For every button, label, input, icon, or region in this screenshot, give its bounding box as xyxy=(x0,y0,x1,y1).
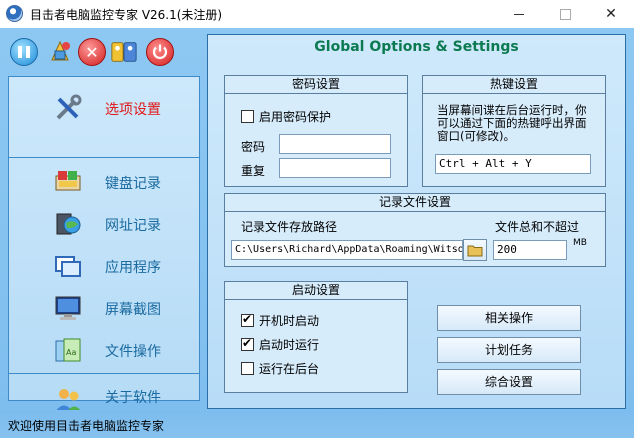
hotkey-settings-group: 热键设置 当屏幕间谍在后台运行时，你可以通过下面的热键呼出界面窗口(可修改)。 … xyxy=(422,75,606,187)
hotkey-description: 当屏幕间谍在后台运行时，你可以通过下面的热键呼出界面窗口(可修改)。 xyxy=(437,103,587,143)
client-area: ✕ 选项设置 键盘记录 网址记录 应用程序 屏幕截图 Aa 文件操作 关于软件 … xyxy=(0,28,634,438)
password-field[interactable] xyxy=(279,134,391,154)
run-in-background-label: 运行在后台 xyxy=(259,362,320,376)
maximize-button[interactable] xyxy=(542,0,588,28)
password-settings-group: 密码设置 启用密码保护 密码 重复 xyxy=(224,75,408,187)
sidebar-item-keyboard[interactable]: 键盘记录 xyxy=(9,161,199,203)
options-panel: Global Options & Settings 密码设置 启用密码保护 密码… xyxy=(207,34,626,409)
keys-button[interactable] xyxy=(110,38,138,66)
enable-password-checkbox[interactable] xyxy=(241,110,254,123)
record-file-settings-group: 记录文件设置 记录文件存放路径 文件总和不超过 C:\Users\Richard… xyxy=(224,193,606,267)
startup-on-boot-label: 开机时启动 xyxy=(259,314,320,328)
sidebar-item-label: 键盘记录 xyxy=(105,176,161,192)
password-label: 密码 xyxy=(241,140,266,154)
hotkey-field[interactable]: Ctrl + Alt + Y xyxy=(435,154,591,174)
pause-button[interactable] xyxy=(10,38,38,66)
sidebar-item-label: 应用程序 xyxy=(105,260,161,276)
stop-button[interactable]: ✕ xyxy=(78,38,106,66)
size-limit-field[interactable]: 200 xyxy=(493,240,567,260)
startup-on-boot-checkbox[interactable] xyxy=(241,312,254,327)
globe-icon xyxy=(53,209,83,239)
panel-title: Global Options & Settings xyxy=(314,39,519,55)
sidebar-item-screenshots[interactable]: 屏幕截图 xyxy=(9,287,199,329)
record-path-field[interactable]: C:\Users\Richard\AppData\Roaming\Witso xyxy=(231,240,463,260)
record-path-label: 记录文件存放路径 xyxy=(241,220,338,234)
size-unit-label: MB xyxy=(573,238,587,248)
status-bar: 欢迎使用目击者电脑监控专家 xyxy=(0,410,634,438)
related-operations-button[interactable]: 相关操作 xyxy=(437,305,581,331)
folder-icon xyxy=(467,245,483,257)
run-on-start-checkbox[interactable] xyxy=(241,336,254,351)
app-icon xyxy=(6,5,23,22)
sidebar-item-applications[interactable]: 应用程序 xyxy=(9,245,199,287)
sidebar-item-label: 关于软件 xyxy=(105,390,161,406)
sidebar-item-about[interactable]: 关于软件 xyxy=(9,357,199,412)
windows-icon xyxy=(53,251,83,281)
sidebar-divider xyxy=(9,157,199,158)
power-button[interactable] xyxy=(146,38,174,66)
sidebar: 选项设置 键盘记录 网址记录 应用程序 屏幕截图 Aa 文件操作 关于软件 xyxy=(8,76,200,412)
monitor-icon xyxy=(53,293,83,323)
window-title: 目击者电脑监控专家 V26.1(未注册) xyxy=(30,8,223,22)
status-text: 欢迎使用目击者电脑监控专家 xyxy=(8,419,165,433)
general-settings-button[interactable]: 综合设置 xyxy=(437,369,581,395)
size-limit-label: 文件总和不超过 xyxy=(495,220,580,234)
sidebar-item-label: 网址记录 xyxy=(105,218,161,234)
close-icon: ✕ xyxy=(605,6,617,22)
run-in-background-checkbox[interactable] xyxy=(241,362,254,375)
clean-button[interactable] xyxy=(46,38,74,66)
close-button[interactable]: ✕ xyxy=(588,0,634,28)
title-bar: 目击者电脑监控专家 V26.1(未注册) ✕ xyxy=(0,0,634,28)
browse-folder-button[interactable] xyxy=(463,239,487,261)
minimize-button[interactable] xyxy=(496,0,542,28)
run-on-start-label: 启动时运行 xyxy=(259,338,320,352)
scheduled-tasks-button[interactable]: 计划任务 xyxy=(437,337,581,363)
record-file-settings-header: 记录文件设置 xyxy=(225,194,605,212)
startup-settings-header: 启动设置 xyxy=(225,282,407,300)
tools-icon xyxy=(53,93,83,123)
repeat-password-field[interactable] xyxy=(279,158,391,178)
stop-icon: ✕ xyxy=(85,42,99,62)
power-icon xyxy=(152,44,168,59)
repeat-password-label: 重复 xyxy=(241,164,266,178)
sidebar-item-options[interactable]: 选项设置 xyxy=(9,87,199,129)
sidebar-item-label: 屏幕截图 xyxy=(105,302,161,318)
sidebar-item-label: 选项设置 xyxy=(105,102,161,118)
clean-icon xyxy=(51,40,70,61)
password-settings-header: 密码设置 xyxy=(225,76,407,94)
svg-text:Aa: Aa xyxy=(66,348,76,357)
startup-settings-group: 启动设置 开机时启动 启动时运行 运行在后台 xyxy=(224,281,408,393)
enable-password-label: 启用密码保护 xyxy=(259,110,332,124)
keys-icon xyxy=(111,42,137,62)
hotkey-settings-header: 热键设置 xyxy=(423,76,605,94)
keyboard-icon xyxy=(53,167,83,197)
sidebar-item-urls[interactable]: 网址记录 xyxy=(9,203,199,245)
